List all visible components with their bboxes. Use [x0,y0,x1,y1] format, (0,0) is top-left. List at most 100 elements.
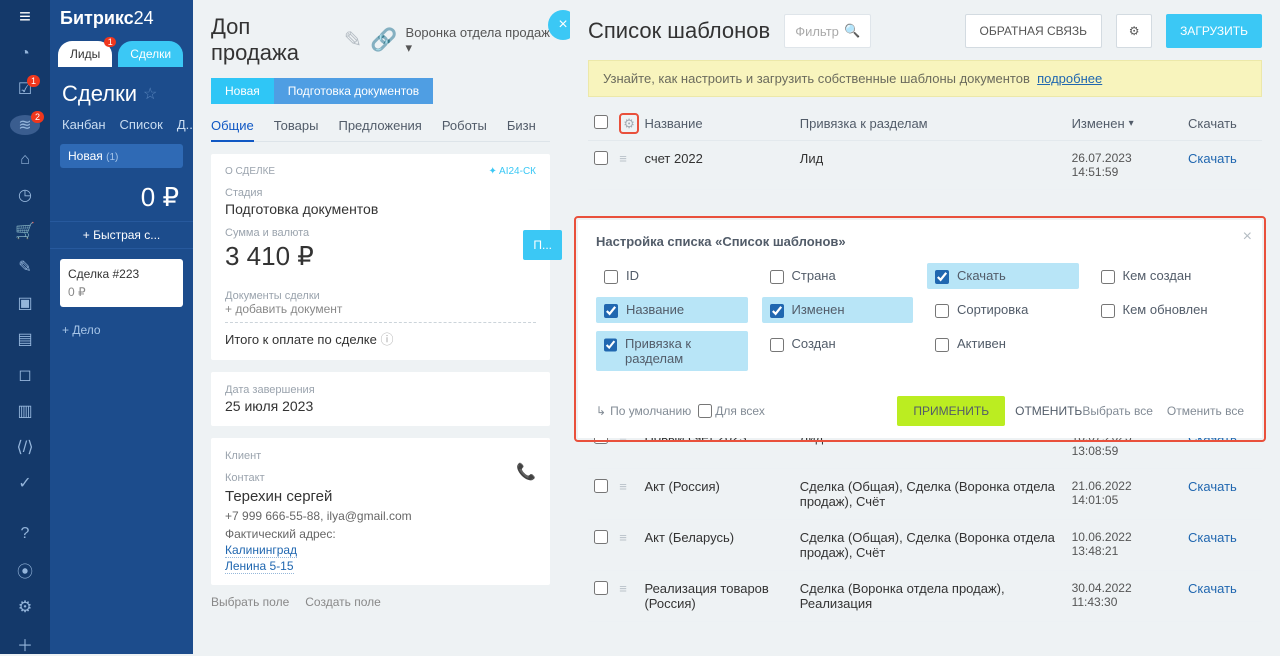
upload-button[interactable]: ЗАГРУЗИТЬ [1166,14,1262,48]
create-field-link[interactable]: Создать поле [305,595,381,609]
rail-settings-icon[interactable]: ⚙ [14,597,36,617]
rail-sign-icon[interactable]: ✎ [14,257,36,277]
phone-icon[interactable]: 📞 [516,462,536,482]
col-bind[interactable]: Привязка к разделам [800,116,1072,131]
add-document-link[interactable]: + добавить документ [225,302,536,323]
download-link[interactable]: Скачать [1188,581,1237,596]
rail-dev-icon[interactable]: ⟨/⟩ [14,437,36,457]
column-option[interactable]: Привязка к разделам [596,331,748,371]
drag-icon[interactable]: ≡ [619,151,627,166]
column-option[interactable]: Кем обновлен [1093,297,1245,323]
download-link[interactable]: Скачать [1188,530,1237,545]
drag-icon[interactable]: ≡ [619,479,627,494]
feedback-button[interactable]: ОБРАТНАЯ СВЯЗЬ [965,14,1103,48]
link-icon[interactable]: 🔗 [370,27,397,53]
rail-add-icon[interactable]: ＋ [14,633,36,655]
subtab-kanban[interactable]: Канбан [62,117,106,132]
column-option[interactable]: Изменен [762,297,914,323]
select-all-checkbox[interactable] [594,115,608,129]
column-option[interactable]: Создан [762,331,914,371]
option-checkbox[interactable] [770,270,784,284]
row-name[interactable]: Акт (Россия) [644,479,799,494]
row-name[interactable]: Акт (Беларусь) [644,530,799,545]
column-option[interactable]: Скачать [927,263,1079,289]
info-more-link[interactable]: подробнее [1037,71,1102,86]
download-link[interactable]: Скачать [1188,479,1237,494]
rail-check-icon[interactable]: ✓ [14,473,36,493]
download-link[interactable]: Скачать [1188,151,1237,166]
tab-leads[interactable]: Лиды1 [58,41,112,67]
tab-offers[interactable]: Предложения [338,118,421,133]
drag-icon[interactable]: ≡ [619,581,627,596]
deselect-all-link[interactable]: Отменить все [1167,404,1244,418]
row-checkbox[interactable] [594,479,608,493]
default-link[interactable]: По умолчанию [610,404,691,418]
rail-android-icon[interactable]: ▤ [14,329,36,349]
column-settings-button[interactable]: ⚙ [619,113,639,134]
city-link[interactable]: Калининград [225,543,297,558]
tab-biz[interactable]: Бизн [507,118,536,133]
rail-home-icon[interactable]: ⌂ [14,151,36,169]
rail-dashboard-icon[interactable]: ◔ [14,45,36,63]
street-link[interactable]: Ленина 5-15 [225,559,294,574]
quick-deal-button[interactable]: + Быстрая с... [50,221,193,249]
rail-help-icon[interactable]: ? [14,525,36,543]
col-name[interactable]: Название [644,116,799,131]
edit-icon[interactable]: ✎ [344,27,362,53]
rail-contact-icon[interactable]: ▣ [14,293,36,313]
column-option[interactable]: ID [596,263,748,289]
option-checkbox[interactable] [770,304,784,318]
for-all-checkbox[interactable] [698,404,712,418]
star-icon[interactable]: ☆ [143,84,157,104]
rail-tasks-icon[interactable]: ☑1 [14,79,36,99]
ai-link[interactable]: ✦ AI24-ск [488,166,536,177]
column-option[interactable]: Название [596,297,748,323]
stage-docs[interactable]: Подготовка документов [274,78,433,104]
tab-products[interactable]: Товары [274,118,319,133]
select-all-link[interactable]: Выбрать все [1082,404,1153,418]
option-checkbox[interactable] [1101,270,1115,284]
pay-button[interactable]: П... [523,230,562,260]
option-checkbox[interactable] [935,270,949,284]
option-checkbox[interactable] [604,304,618,318]
option-checkbox[interactable] [604,338,617,352]
cancel-button[interactable]: Отменить [1015,404,1082,418]
deal-card[interactable]: Сделка #223 0 ₽ [60,259,183,307]
funnel-crumb[interactable]: Воронка отдела продаж [406,25,550,40]
drag-icon[interactable]: ≡ [619,530,627,545]
rail-box-icon[interactable]: ◻ [14,365,36,385]
contact-name[interactable]: Терехин сергей [225,488,536,505]
choose-field-link[interactable]: Выбрать поле [211,595,289,609]
tab-common[interactable]: Общие [211,118,254,142]
row-checkbox[interactable] [594,151,608,165]
option-checkbox[interactable] [770,338,784,352]
row-name[interactable]: Реализация товаров (Россия) [644,581,799,611]
subtab-list[interactable]: Список [120,117,163,132]
tab-deals[interactable]: Сделки [118,41,183,67]
menu-icon[interactable]: ≡ [19,6,31,29]
col-dl[interactable]: Скачать [1188,116,1256,131]
option-checkbox[interactable] [1101,304,1115,318]
column-option[interactable]: Страна [762,263,914,289]
modal-close-button[interactable]: × [1243,228,1252,246]
row-checkbox[interactable] [594,530,608,544]
search-icon[interactable]: 🔍 [844,23,860,39]
option-checkbox[interactable] [604,270,618,284]
rail-shop-icon[interactable]: 🛒 [14,221,36,241]
rail-crm-icon[interactable]: ≋2 [10,115,40,135]
option-checkbox[interactable] [935,338,949,352]
row-name[interactable]: счет 2022 [644,151,799,166]
col-mod[interactable]: Изменен▾ [1072,116,1188,131]
filter-input[interactable]: Фильтр🔍 [784,14,871,48]
column-option[interactable]: Кем создан [1093,263,1245,289]
apply-button[interactable]: Применить [897,396,1005,426]
settings-button[interactable]: ⚙ [1116,14,1152,48]
rail-market-icon[interactable]: ▥ [14,401,36,421]
column-option[interactable]: Активен [927,331,1079,371]
option-checkbox[interactable] [935,304,949,318]
row-checkbox[interactable] [594,581,608,595]
column-option[interactable]: Сортировка [927,297,1079,323]
add-case-link[interactable]: + Дело [50,317,193,343]
rail-time-icon[interactable]: ◷ [14,185,36,205]
stage-new[interactable]: Новая [211,78,274,104]
